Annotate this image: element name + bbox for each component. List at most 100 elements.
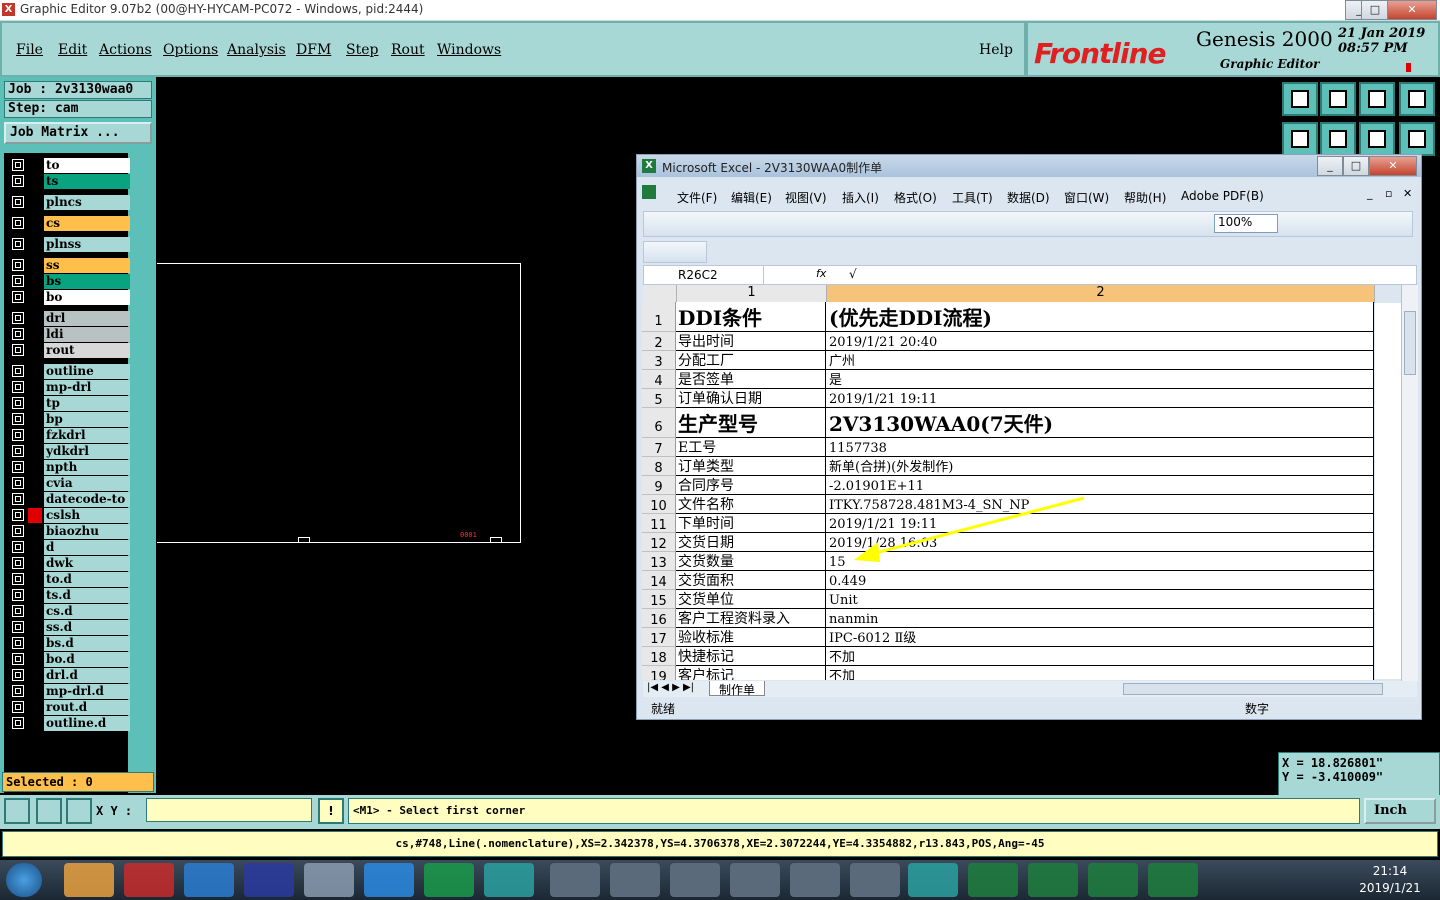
layer-checkbox[interactable] [12,328,24,340]
select-all-corner[interactable] [643,285,677,303]
layer-name[interactable]: mp-drl.d [44,684,130,699]
field-value-cell[interactable]: (优先走DDI流程) [826,302,1374,332]
layer-checkbox[interactable] [12,238,24,250]
layer-name[interactable]: fzkdrl [44,428,130,443]
layer-checkbox[interactable] [12,397,24,409]
layer-name[interactable]: cslsh [44,508,130,523]
layer-checkbox[interactable] [12,312,24,324]
layer-checkbox[interactable] [12,291,24,303]
layer-row[interactable]: rout [12,343,130,358]
layer-row[interactable]: ldi [12,327,130,342]
graphic-editor-task-icon[interactable] [790,863,840,897]
layer-name[interactable]: mp-drl [44,380,130,395]
layer-row[interactable]: mp-drl.d [12,684,130,699]
layer-status-swatch[interactable] [28,327,42,342]
layer-checkbox[interactable] [12,275,24,287]
layer-checkbox[interactable] [12,175,24,187]
menu-actions[interactable]: Actions [99,42,152,58]
layer-checkbox[interactable] [12,589,24,601]
layer-status-swatch[interactable] [28,524,42,539]
excel-menu-adobe-pdf[interactable]: Adobe PDF(B) [1181,189,1264,203]
layer-checkbox[interactable] [12,493,24,505]
toolbar-button-3[interactable] [1359,82,1395,116]
field-label-cell[interactable]: 交货面积 [676,571,826,590]
layer-row[interactable]: bo [12,290,130,305]
layer-checkbox[interactable] [12,217,24,229]
layer-checkbox[interactable] [12,669,24,681]
row-number[interactable]: 12 [642,533,676,552]
layer-checkbox[interactable] [12,605,24,617]
menu-edit[interactable]: Edit [58,42,87,58]
menu-file[interactable]: File [16,42,43,58]
field-label-cell[interactable]: 是否签单 [676,370,826,389]
field-value-cell[interactable]: 2019/1/21 20:40 [826,332,1374,351]
layer-status-swatch[interactable] [28,311,42,326]
graphic-editor-task-icon[interactable] [610,863,660,897]
layer-status-swatch[interactable] [28,158,42,173]
layer-checkbox[interactable] [12,701,24,713]
row-number[interactable]: 9 [642,476,676,495]
layer-checkbox[interactable] [12,159,24,171]
layer-name[interactable]: npth [44,460,130,475]
layer-row[interactable]: to.d [12,572,130,587]
row-number[interactable]: 1 [642,302,676,332]
excel-task-icon[interactable] [1028,863,1078,897]
row-number[interactable]: 14 [642,571,676,590]
doc-restore-icon[interactable]: ▫ [1385,187,1392,200]
row-number[interactable]: 13 [642,552,676,571]
horizontal-scrollbar[interactable] [1123,683,1383,695]
layer-name[interactable]: cs.d [44,604,130,619]
field-label-cell[interactable]: 订单确认日期 [676,389,826,408]
genesis-icon[interactable] [484,863,534,897]
layer-checkbox[interactable] [12,445,24,457]
alert-icon[interactable]: ! [318,798,344,824]
layer-name[interactable]: rout [44,343,130,358]
layer-checkbox[interactable] [12,429,24,441]
row-number[interactable]: 10 [642,495,676,514]
layer-checkbox[interactable] [12,541,24,553]
row-number[interactable]: 16 [642,609,676,628]
taskbar-app-icon[interactable] [364,863,414,897]
excel-menu-file[interactable]: 文件(F) [677,189,717,206]
field-label-cell[interactable]: 下单时间 [676,514,826,533]
menu-windows[interactable]: Windows [437,42,501,58]
layer-status-swatch[interactable] [28,668,42,683]
menu-options[interactable]: Options [163,42,218,58]
layer-name[interactable]: cvia [44,476,130,491]
graphic-editor-task-icon[interactable] [670,863,720,897]
layer-checkbox[interactable] [12,413,24,425]
excel-minimize-button[interactable]: _ [1317,156,1343,176]
layer-checkbox[interactable] [12,653,24,665]
field-label-cell[interactable]: 合同序号 [676,476,826,495]
formula-value[interactable]: √ [849,267,857,281]
row-number[interactable]: 8 [642,457,676,476]
layer-name[interactable]: drl.d [44,668,130,683]
layer-row[interactable]: to [12,158,130,173]
layer-row[interactable]: cs.d [12,604,130,619]
layer-row[interactable]: tp [12,396,130,411]
layer-row[interactable]: drl [12,311,130,326]
field-value-cell[interactable]: 不加 [826,647,1374,666]
toolbar-button-5[interactable] [1282,122,1318,156]
layer-status-swatch[interactable] [28,412,42,427]
layer-status-swatch[interactable] [28,290,42,305]
layer-status-swatch[interactable] [28,540,42,555]
layer-status-swatch[interactable] [28,364,42,379]
system-tray[interactable] [1214,872,1324,888]
layer-name[interactable]: ss.d [44,620,130,635]
doc-close-icon[interactable]: ✕ [1403,187,1412,200]
layer-row[interactable]: dwk [12,556,130,571]
zoom-select[interactable]: 100% [1214,214,1278,233]
excel-task-icon[interactable] [1148,863,1198,897]
layer-name[interactable]: d [44,540,130,555]
layer-row[interactable]: outline [12,364,130,379]
row-number[interactable]: 2 [642,332,676,351]
row-number[interactable]: 19 [642,666,676,680]
layer-row[interactable]: outline.d [12,716,130,731]
menu-dfm[interactable]: DFM [296,42,331,58]
vertical-scrollbar[interactable] [1401,285,1418,681]
layer-name[interactable]: ts [44,174,130,189]
layer-row[interactable]: datecode-to [12,492,130,507]
toolbar-button-8[interactable] [1399,122,1435,156]
excel-task-icon[interactable] [968,863,1018,897]
